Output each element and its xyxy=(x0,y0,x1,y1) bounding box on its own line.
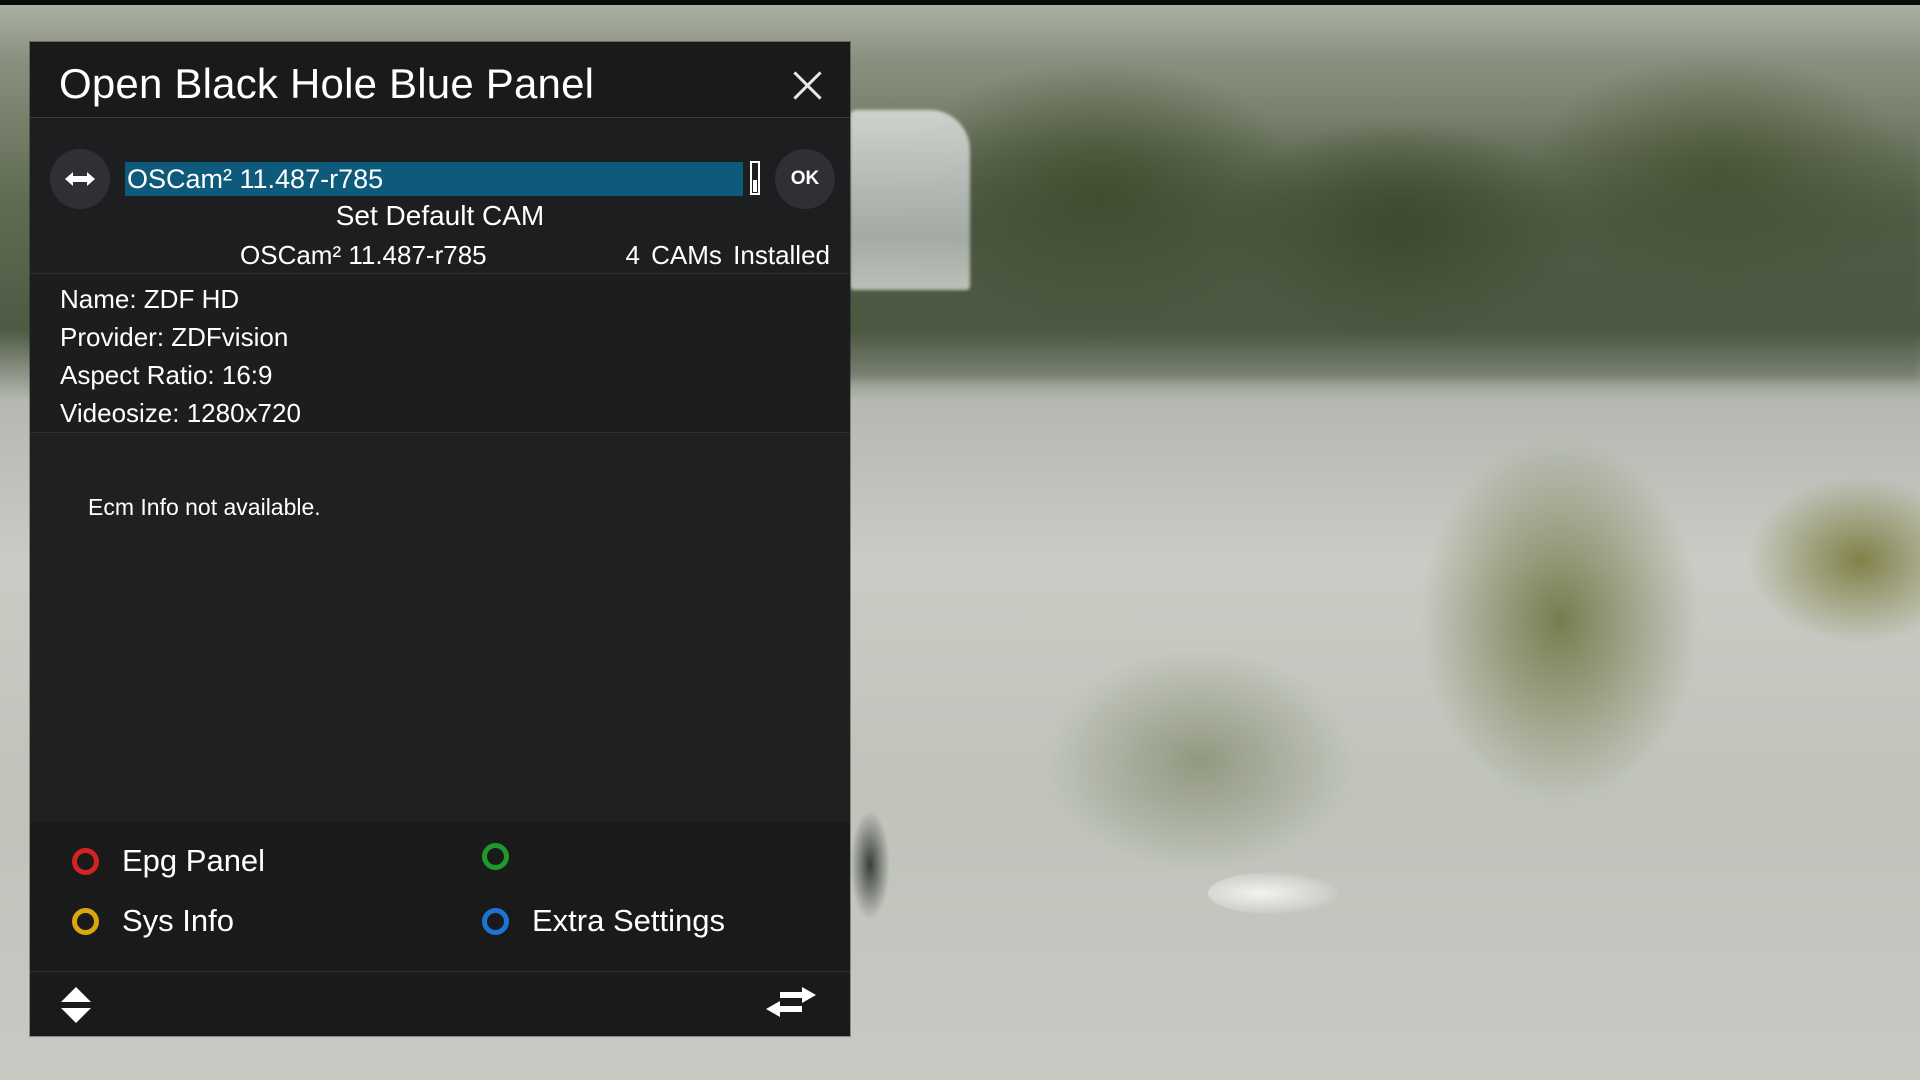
panel-title: Open Black Hole Blue Panel xyxy=(59,60,595,107)
top-border xyxy=(0,0,1920,5)
blue-button-label: Extra Settings xyxy=(532,903,725,938)
up-down-arrows-icon[interactable] xyxy=(60,987,92,1023)
channel-name: Name: ZDF HD xyxy=(60,284,240,314)
set-default-cam-label: Set Default CAM xyxy=(335,200,545,231)
color-buttons-section: Epg Panel Sys Info Extra Settings xyxy=(30,823,850,972)
navigation-hints xyxy=(30,973,850,1036)
background-swan-white xyxy=(1208,872,1338,914)
cam-selector[interactable]: OSCam² 11.487-r785 xyxy=(125,162,743,196)
red-button-label: Epg Panel xyxy=(122,843,266,878)
ecm-info-section: Ecm Info not available. xyxy=(30,434,850,822)
blue-panel-dialog: Open Black Hole Blue Panel OSCam² 11.487… xyxy=(30,42,850,1036)
channel-provider: Provider: ZDFvision xyxy=(60,322,289,352)
background-riverbank xyxy=(840,120,1920,380)
left-right-arrows-icon xyxy=(65,172,95,186)
channel-aspect-ratio: Aspect Ratio: 16:9 xyxy=(60,360,273,390)
green-circle-icon xyxy=(482,843,509,870)
cams-installed-label: 4 CAMs Installed xyxy=(625,240,830,271)
cam-selection-section: OSCam² 11.487-r785 OK Set Default CAM OS… xyxy=(30,119,850,274)
background-boat xyxy=(850,110,970,290)
cam-selector-scrollbar[interactable] xyxy=(750,161,760,195)
channel-videosize: Videosize: 1280x720 xyxy=(60,398,301,428)
blue-circle-icon xyxy=(482,907,509,935)
cams-installed-count: 4 xyxy=(625,240,640,270)
current-cam-label: OSCam² 11.487-r785 xyxy=(240,240,487,270)
green-button[interactable] xyxy=(482,843,532,870)
swap-arrows-icon[interactable] xyxy=(766,987,816,1017)
red-button-epg-panel[interactable]: Epg Panel xyxy=(72,843,265,879)
yellow-button-sys-info[interactable]: Sys Info xyxy=(72,903,234,939)
background-swan-dark xyxy=(850,810,890,920)
blue-button-extra-settings[interactable]: Extra Settings xyxy=(482,903,725,939)
close-icon[interactable] xyxy=(792,69,824,101)
cams-installed-text: CAMs Installed xyxy=(651,240,830,270)
title-bar: Open Black Hole Blue Panel xyxy=(30,42,850,118)
yellow-circle-icon xyxy=(72,907,99,935)
channel-info-section: Name: ZDF HD Provider: ZDFvision Aspect … xyxy=(30,275,850,433)
ecm-info-message: Ecm Info not available. xyxy=(88,494,321,520)
red-circle-icon xyxy=(72,847,99,875)
yellow-button-label: Sys Info xyxy=(122,903,234,938)
